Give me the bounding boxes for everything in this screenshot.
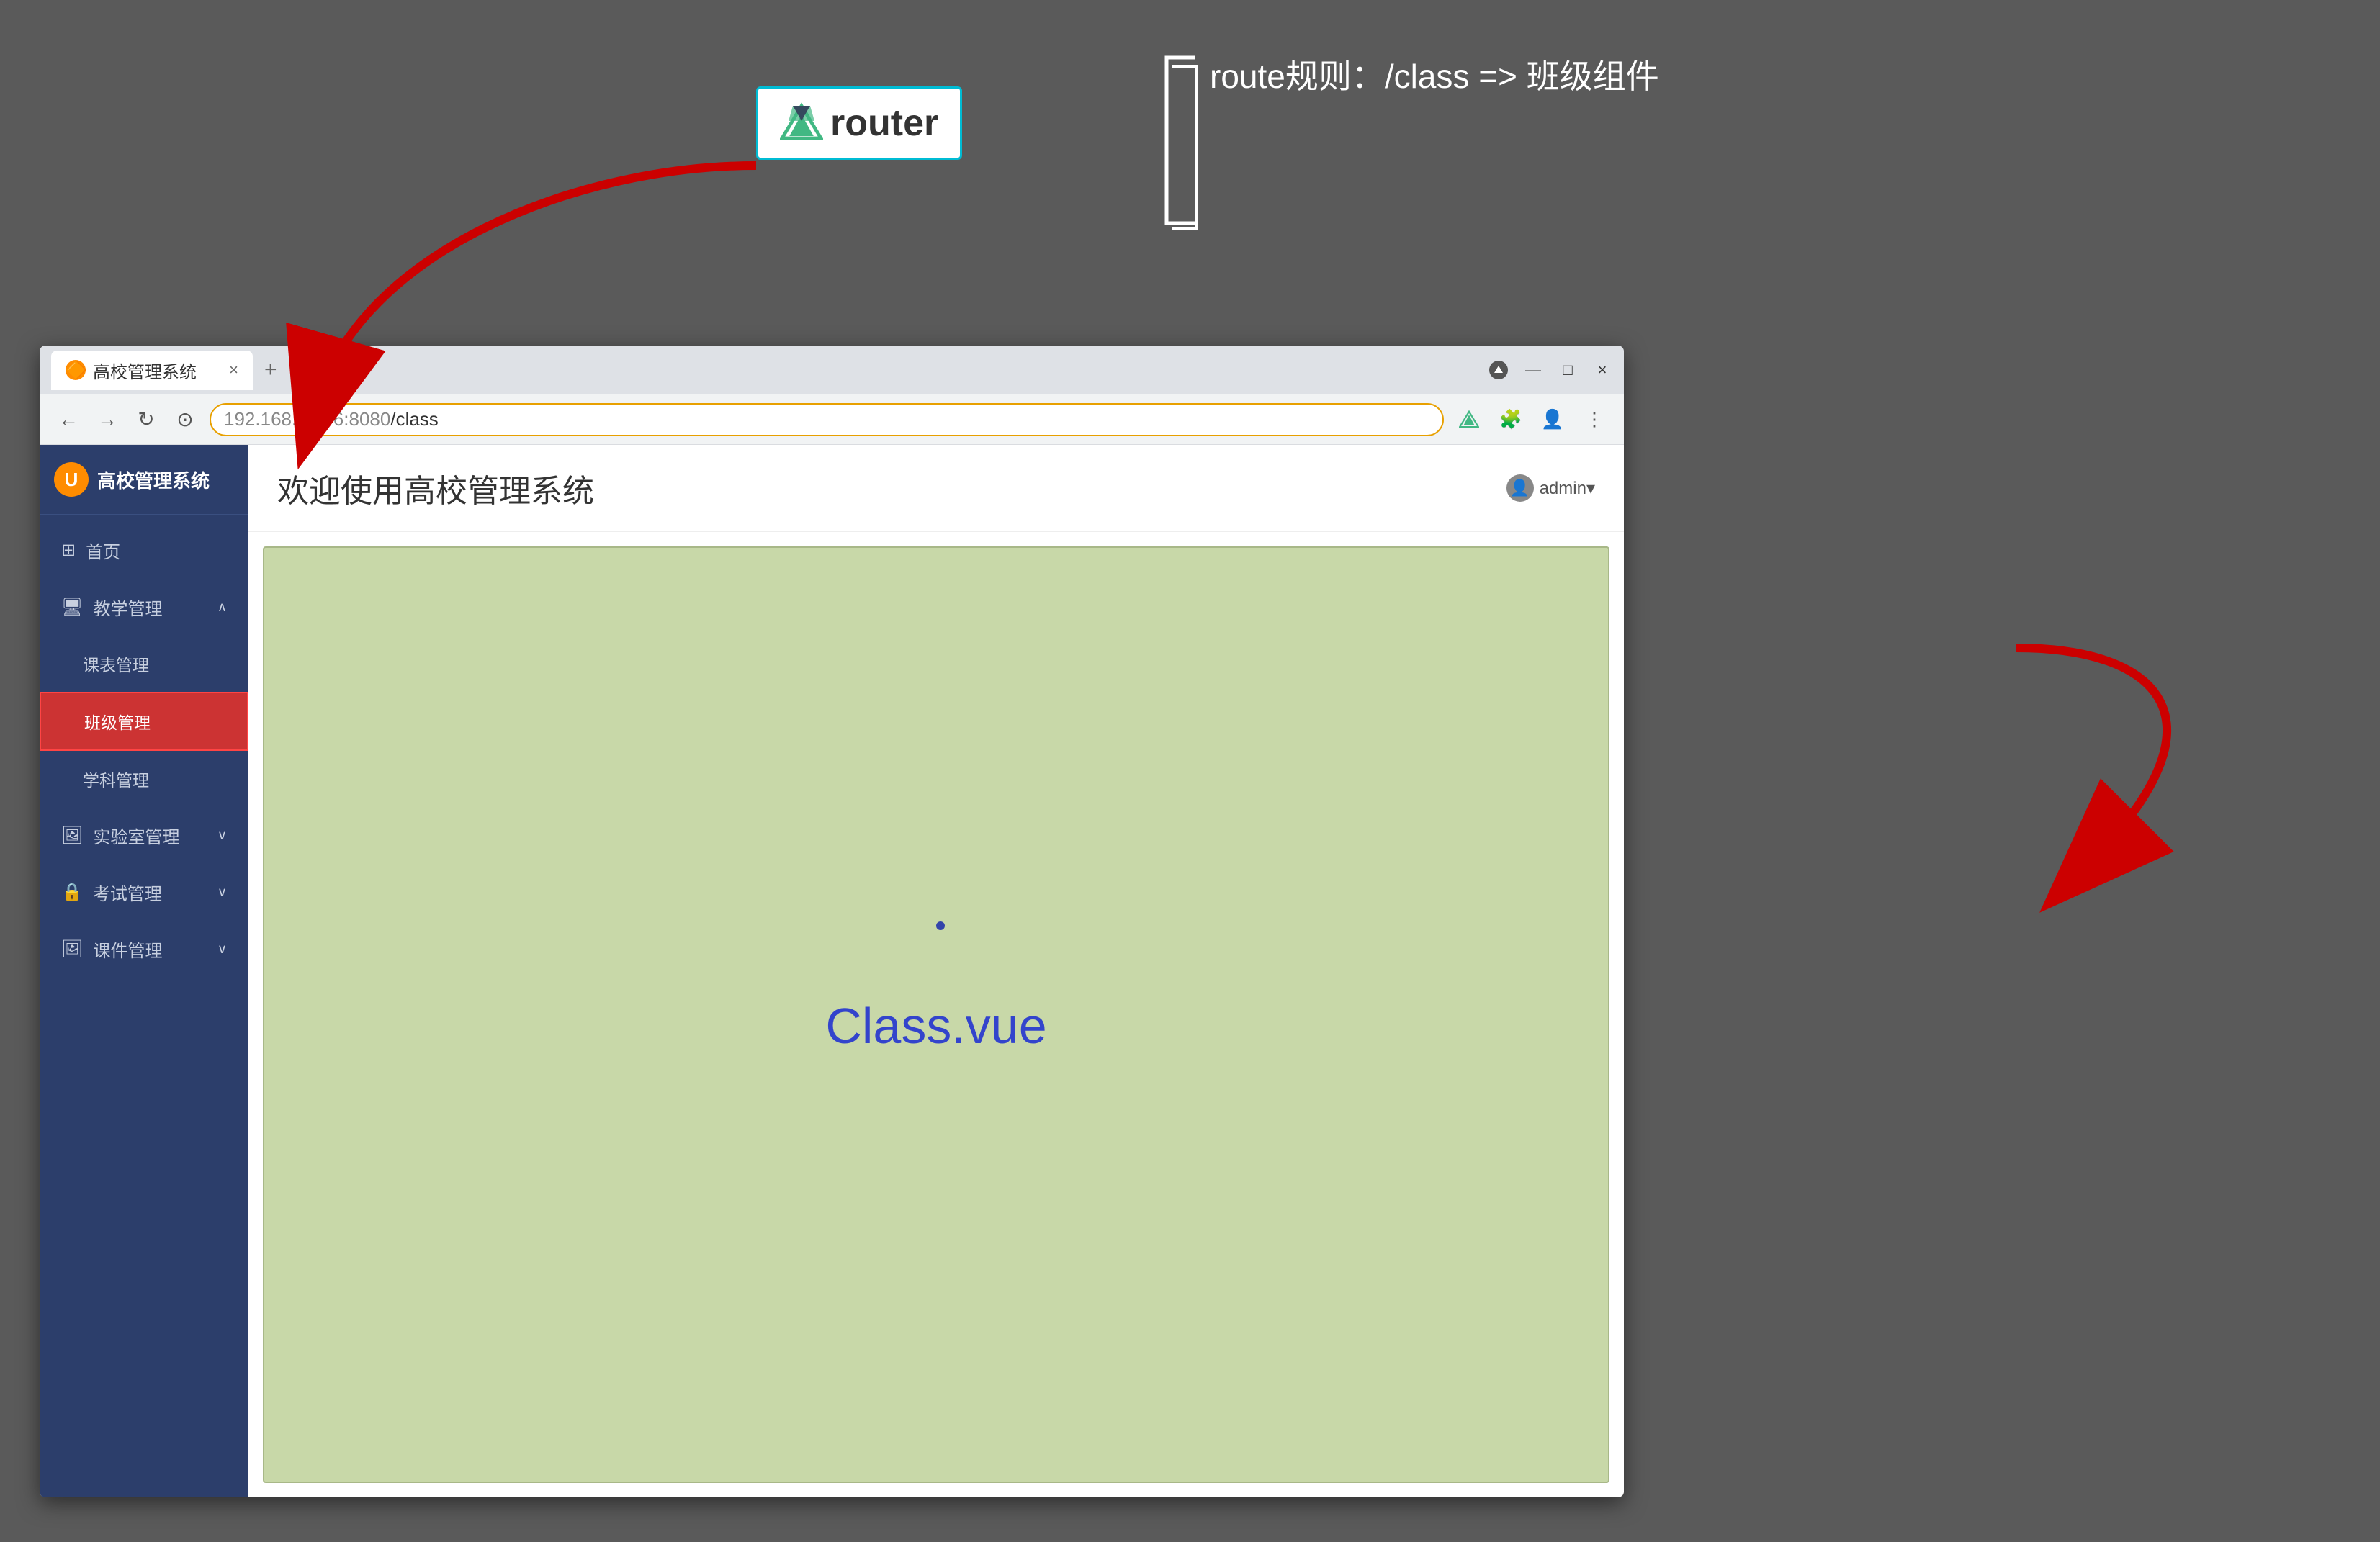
exam-icon: 🔒 [61, 882, 83, 903]
class-dot [936, 921, 945, 930]
sidebar-item-exam-label: 考试管理 [93, 880, 162, 905]
admin-avatar: 👤 [1506, 474, 1534, 502]
window-controls: — □ × [1488, 360, 1612, 380]
home-icon: ⊞ [61, 540, 76, 561]
close-button[interactable]: × [1592, 360, 1612, 380]
sidebar-item-courseware[interactable]: 🖼 课件管理 ∨ [40, 921, 248, 978]
vue-logo-icon [780, 102, 823, 145]
main-content: 欢迎使用高校管理系统 👤 admin▾ Class.vue [248, 445, 1624, 1497]
class-component-label: Class.vue [825, 997, 1046, 1055]
teaching-icon: 🖥 [61, 597, 83, 618]
exam-arrow: ∨ [217, 885, 227, 900]
bracket [1172, 65, 1198, 230]
sidebar-item-schedule-label: 课表管理 [83, 651, 149, 676]
main-header: 欢迎使用高校管理系统 👤 admin▾ [248, 445, 1624, 532]
maximize-button[interactable]: □ [1558, 360, 1578, 380]
main-title: 欢迎使用高校管理系统 [277, 465, 594, 511]
browser-toolbar: ← → ↻ ⊙ 192.168.4.176:8080 /class 🧩 👤 ⋮ [40, 394, 1624, 445]
sidebar-item-subject[interactable]: 学科管理 [40, 751, 248, 807]
browser-titlebar: 🔶 高校管理系统 × + — □ × [40, 346, 1624, 394]
sidebar-item-exam[interactable]: 🔒 考试管理 ∨ [40, 864, 248, 921]
app-content: U 高校管理系统 ⊞ 首页 🖥 教学管理 ∧ 课表管理 班级管理 [40, 445, 1624, 1497]
sidebar-item-teaching-label: 教学管理 [93, 595, 162, 620]
account-icon[interactable]: 👤 [1537, 405, 1568, 435]
lab-icon: 🖼 [61, 825, 83, 846]
browser-tab[interactable]: 🔶 高校管理系统 × [51, 351, 253, 390]
reload-button[interactable]: ↻ [132, 407, 161, 431]
courseware-arrow: ∨ [217, 942, 227, 957]
sidebar-item-schedule[interactable]: 课表管理 [40, 636, 248, 692]
teaching-arrow: ∧ [217, 600, 227, 615]
router-label: router [830, 102, 938, 145]
tab-title: 高校管理系统 [93, 358, 197, 383]
courseware-icon: 🖼 [61, 939, 83, 960]
home-button[interactable]: ⊙ [171, 407, 199, 431]
extensions-icon[interactable]: 🧩 [1496, 405, 1526, 435]
sidebar: U 高校管理系统 ⊞ 首页 🖥 教学管理 ∧ 课表管理 班级管理 [40, 445, 248, 1497]
sidebar-item-lab[interactable]: 🖼 实验室管理 ∨ [40, 807, 248, 864]
toolbar-icons: 🧩 👤 ⋮ [1454, 405, 1609, 435]
sidebar-item-class-label: 班级管理 [84, 709, 151, 734]
address-path: /class [390, 408, 438, 430]
sidebar-item-class[interactable]: 班级管理 [40, 692, 248, 751]
forward-button[interactable]: → [93, 408, 122, 431]
download-indicator [1488, 360, 1509, 380]
admin-label: admin▾ [1540, 478, 1595, 499]
browser-window: 🔶 高校管理系统 × + — □ × ← → ↻ ⊙ 192.168.4.176… [40, 346, 1624, 1497]
address-bar[interactable]: 192.168.4.176:8080 /class [210, 403, 1444, 436]
sidebar-item-home-label: 首页 [86, 538, 120, 563]
tab-favicon: 🔶 [66, 360, 86, 380]
new-tab-button[interactable]: + [264, 358, 277, 382]
sidebar-item-lab-label: 实验室管理 [93, 823, 179, 848]
minimize-button[interactable]: — [1523, 360, 1543, 380]
route-rule-text: route规则：/class => 班级组件 [1210, 50, 1659, 98]
more-menu-icon[interactable]: ⋮ [1579, 405, 1609, 435]
sidebar-item-home[interactable]: ⊞ 首页 [40, 522, 248, 579]
sidebar-menu: ⊞ 首页 🖥 教学管理 ∧ 课表管理 班级管理 学科管理 [40, 515, 248, 1497]
address-domain: 192.168.4.176:8080 [224, 408, 390, 430]
class-component-area: Class.vue [263, 546, 1609, 1483]
tab-close-button[interactable]: × [229, 361, 238, 379]
lab-arrow: ∨ [217, 828, 227, 843]
sidebar-item-subject-label: 学科管理 [83, 767, 149, 791]
back-button[interactable]: ← [54, 408, 83, 431]
router-logo-box: router [756, 86, 962, 160]
admin-dropdown[interactable]: 👤 admin▾ [1506, 474, 1595, 502]
logo-text: 高校管理系统 [97, 466, 210, 493]
vue-extension-icon[interactable] [1454, 405, 1484, 435]
sidebar-item-courseware-label: 课件管理 [93, 937, 162, 962]
sidebar-logo: U 高校管理系统 [40, 445, 248, 515]
logo-icon: U [54, 462, 89, 497]
sidebar-item-teaching[interactable]: 🖥 教学管理 ∧ [40, 579, 248, 636]
